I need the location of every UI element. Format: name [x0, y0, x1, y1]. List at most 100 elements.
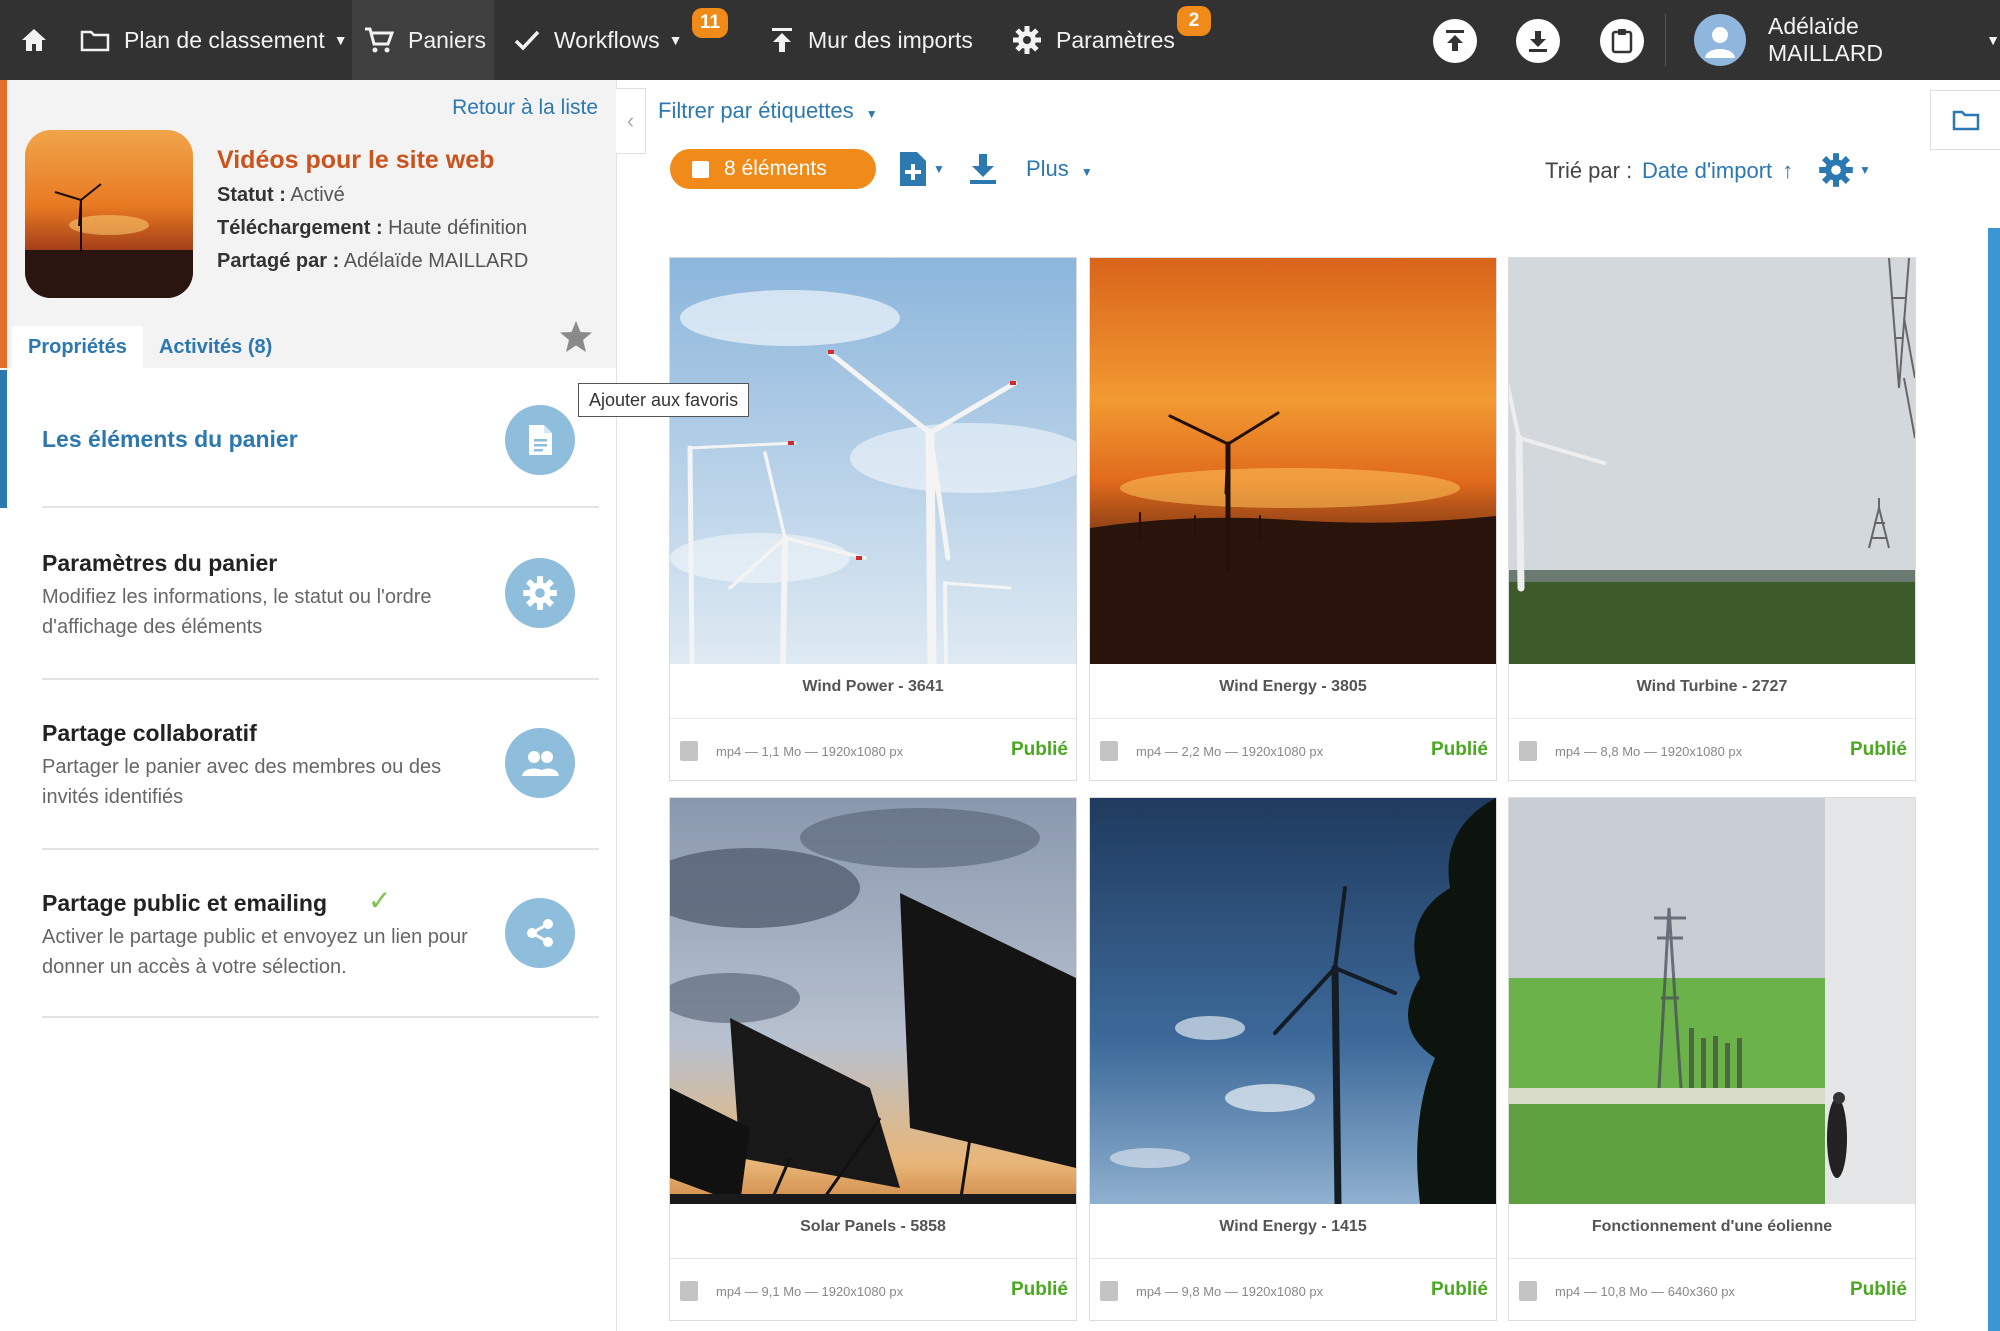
filter-by-tags-dropdown[interactable]: Filtrer par étiquettes ▼: [658, 98, 878, 124]
gear-icon: [1013, 26, 1041, 54]
display-settings-button[interactable]: ▼: [1818, 152, 1871, 188]
check-icon: [514, 30, 540, 51]
nav-imports-label: Mur des imports: [808, 26, 973, 53]
basket-thumbnail: [25, 130, 193, 298]
status-badge: Publié: [1430, 739, 1488, 760]
basket-download: Téléchargement : Haute définition: [217, 217, 527, 240]
card-meta: mp4 — 1,1 Mo — 1920x1080 px: [716, 744, 904, 759]
download-icon: [1529, 31, 1547, 52]
card-meta: mp4 — 9,8 Mo — 1920x1080 px: [1136, 1284, 1324, 1299]
download-label: Téléchargement :: [217, 217, 383, 239]
favorite-tooltip: Ajouter aux favoris: [578, 383, 750, 417]
menu-basket-settings[interactable]: Paramètres du panier Modifiez les inform…: [42, 510, 599, 680]
basket-shared-by: Partagé par : Adélaïde MAILLARD: [217, 250, 528, 273]
menu-collaborative-sharing[interactable]: Partage collaboratif Partager le panier …: [42, 682, 599, 850]
menu-public-icon-button[interactable]: [505, 898, 575, 968]
card-footer: mp4 — 2,2 Mo — 1920x1080 px Publié: [1090, 718, 1496, 780]
menu-collab-title: Partage collaboratif: [42, 720, 257, 746]
nav-paniers-label: Paniers: [408, 26, 486, 53]
tab-activities[interactable]: Activités (8): [143, 326, 288, 368]
upload-icon: [772, 28, 792, 52]
card-meta: mp4 — 8,8 Mo — 1920x1080 px: [1555, 744, 1743, 759]
nav-parametres[interactable]: Paramètres: [1012, 0, 1175, 80]
upload-button[interactable]: [1433, 19, 1477, 63]
download-all-button[interactable]: [968, 152, 998, 191]
video-file-icon: [680, 741, 698, 761]
status-badge: Publié: [1849, 1279, 1907, 1300]
media-card[interactable]: Solar Panels - 5858 mp4 — 9,1 Mo — 1920x…: [669, 797, 1077, 1321]
active-menu-indicator: [0, 370, 7, 508]
card-footer: mp4 — 9,1 Mo — 1920x1080 px Publié: [670, 1258, 1076, 1320]
home-icon: [22, 29, 46, 51]
shared-label: Partagé par :: [217, 250, 340, 272]
nav-mur-des-imports[interactable]: Mur des imports: [770, 0, 973, 80]
chevron-down-icon: ▼: [933, 162, 945, 176]
card-thumbnail[interactable]: [670, 258, 1076, 664]
topbar-divider: [1665, 14, 1666, 66]
chevron-down-icon: ▼: [865, 107, 878, 121]
card-thumbnail[interactable]: [670, 798, 1076, 1204]
menu-basket-items[interactable]: Les éléments du panier: [42, 372, 599, 508]
home-button[interactable]: [20, 0, 48, 80]
card-footer: mp4 — 10,8 Mo — 640x360 px Publié: [1509, 1258, 1915, 1320]
media-card[interactable]: Wind Energy - 1415 mp4 — 9,8 Mo — 1920x1…: [1089, 797, 1497, 1321]
nav-paniers[interactable]: Paniers: [352, 0, 494, 80]
card-footer: mp4 — 8,8 Mo — 1920x1080 px Publié: [1509, 718, 1915, 780]
menu-items-icon-button[interactable]: [505, 405, 575, 475]
menu-public-sharing[interactable]: Partage public et emailing ✓ Activer le …: [42, 852, 599, 1018]
menu-collab-icon-button[interactable]: [505, 728, 575, 798]
menu-settings-icon-button[interactable]: [505, 558, 575, 628]
collapse-panel-button[interactable]: ‹: [616, 88, 646, 154]
chevron-down-icon: ▼: [668, 32, 683, 48]
card-footer: mp4 — 1,1 Mo — 1920x1080 px Publié: [670, 718, 1076, 780]
card-title: Solar Panels - 5858: [800, 1218, 946, 1235]
video-file-icon: [1519, 1281, 1537, 1301]
media-card[interactable]: Fonctionnement d'une éolienne mp4 — 10,8…: [1508, 797, 1916, 1321]
scrollbar[interactable]: [1988, 228, 2000, 1331]
element-count: 8 éléments: [724, 157, 827, 180]
users-icon: [522, 751, 559, 776]
avatar[interactable]: [1694, 14, 1746, 66]
media-card[interactable]: Wind Turbine - 2727 mp4 — 8,8 Mo — 1920x…: [1508, 257, 1916, 781]
add-file-button[interactable]: ▼: [898, 150, 945, 188]
gear-icon: [523, 576, 557, 610]
chevron-down-icon: ▼: [1986, 32, 2000, 48]
menu-public-title: Partage public et emailing: [42, 890, 328, 916]
nav-workflows-label: Workflows: [554, 26, 660, 53]
media-card[interactable]: Wind Power - 3641 mp4 — 1,1 Mo — 1920x10…: [669, 257, 1077, 781]
more-label: Plus: [1026, 156, 1069, 181]
nav-workflows[interactable]: Workflows ▼: [514, 0, 683, 80]
favorite-star-button[interactable]: [558, 320, 594, 359]
select-all-checkbox[interactable]: [692, 160, 709, 178]
user-icon: [1705, 27, 1735, 58]
folder-panel-button[interactable]: [1930, 90, 2000, 150]
menu-collab-desc: Partager le panier avec des membres ou d…: [42, 756, 442, 808]
nav-plan-de-classement[interactable]: Plan de classement ▼: [80, 0, 348, 80]
chevron-down-icon: ▼: [1859, 163, 1871, 177]
download-icon: [970, 154, 996, 184]
select-all-toggle[interactable]: 8 éléments: [670, 149, 876, 189]
card-thumbnail[interactable]: [1090, 798, 1496, 1204]
card-thumbnail[interactable]: [1509, 798, 1915, 1204]
card-thumbnail[interactable]: [1090, 258, 1496, 664]
enabled-check-icon: ✓: [368, 885, 392, 916]
download-value: Haute définition: [388, 217, 528, 239]
clipboard-button[interactable]: [1600, 19, 1644, 63]
card-thumbnail[interactable]: [1509, 258, 1915, 664]
more-dropdown[interactable]: Plus ▼: [1026, 156, 1093, 182]
user-menu[interactable]: Adélaïde MAILLARD ▼: [1768, 0, 2000, 80]
sort-dropdown[interactable]: Date d'import ↑: [1642, 158, 1793, 184]
chevron-left-icon: ‹: [626, 108, 635, 133]
panel-divider: [616, 80, 617, 1331]
status-badge: Publié: [1010, 739, 1068, 760]
card-meta: mp4 — 2,2 Mo — 1920x1080 px: [1136, 744, 1324, 759]
back-to-list-link[interactable]: Retour à la liste: [452, 96, 598, 120]
basket-accent-bar: [0, 80, 7, 368]
menu-items-title: Les éléments du panier: [42, 426, 298, 452]
download-button[interactable]: [1516, 19, 1560, 63]
star-icon: [560, 321, 592, 352]
tab-properties[interactable]: Propriétés: [12, 326, 143, 368]
cart-icon: [365, 27, 394, 53]
document-icon: [529, 425, 552, 455]
media-card[interactable]: Wind Energy - 3805 mp4 — 2,2 Mo — 1920x1…: [1089, 257, 1497, 781]
